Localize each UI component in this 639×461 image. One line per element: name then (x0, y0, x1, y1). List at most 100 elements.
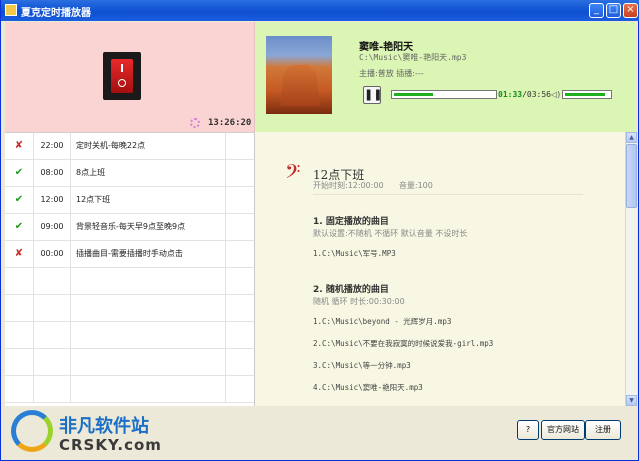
scroll-thumb[interactable] (626, 144, 637, 208)
table-row[interactable]: ✔ 08:00 8点上班 (5, 160, 254, 187)
loading-spinner-icon (190, 118, 200, 128)
section2-title: 2. 随机播放的曲目 (313, 285, 389, 295)
empty-cell (5, 295, 34, 321)
window-title: 夏克定时播放器 (21, 8, 91, 19)
start-time-text: 开始时刻:12:00:00 (313, 181, 384, 190)
player-panel: 窦唯-艳阳天 C:\Music\窦唯-艳阳天.mp3 主播:普放 插播:--- … (255, 22, 636, 132)
section2-item[interactable]: 1.C:\Music\beyond - 光辉岁月.mp3 (313, 316, 451, 327)
empty-cell (34, 322, 71, 348)
watermark-logo: 非凡软件站 CRSKY.com (7, 410, 187, 460)
empty-cell (76, 376, 224, 402)
empty-cell (76, 349, 224, 375)
cross-icon: ✘ (5, 133, 34, 159)
empty-cell (34, 349, 71, 375)
task-time: 22:00 (34, 133, 71, 159)
section1-subtitle: 默认设置:不随机 不循环 默认音量 不设时长 (313, 229, 468, 238)
empty-cell (225, 268, 255, 294)
task-time: 00:00 (34, 241, 71, 267)
task-name: 定时关机-每晚22点 (76, 141, 146, 150)
table-row[interactable]: ✘ 00:00 插播曲目-需要插播时手动点击 (5, 241, 254, 268)
empty-cell (34, 376, 71, 402)
empty-cell (225, 214, 255, 240)
empty-cell (225, 160, 255, 186)
volume-text: 音量:100 (398, 181, 433, 190)
cross-icon: ✘ (5, 241, 34, 267)
help-button[interactable]: ? (517, 420, 539, 440)
empty-cell (76, 322, 224, 348)
empty-cell (225, 376, 255, 402)
pause-button[interactable]: ❚❚ (363, 86, 383, 104)
total-play-time: /03:56 (522, 90, 551, 99)
empty-cell (76, 268, 224, 294)
empty-cell (5, 376, 34, 402)
scroll-down-icon[interactable]: ▼ (626, 395, 637, 406)
task-time: 09:00 (34, 214, 71, 240)
task-name: 背景轻音乐-每天早9点至晚9点 (76, 222, 186, 231)
detail-scrollbar[interactable]: ▲ ▼ (625, 132, 637, 406)
empty-cell (225, 133, 255, 159)
progress-bar[interactable] (391, 90, 497, 99)
table-row[interactable] (5, 268, 254, 295)
register-button[interactable]: 注册 (585, 420, 621, 440)
empty-cell (225, 349, 255, 375)
shutdown-panel: 13:26:20 (5, 22, 255, 132)
progress-fill (394, 93, 433, 96)
section2-item[interactable]: 2.C:\Music\不要在我寂寞的时候说爱我-girl.mp3 (313, 338, 493, 349)
watermark-en: CRSKY.com (59, 436, 162, 454)
minimize-button[interactable]: _ (589, 3, 604, 18)
maximize-button[interactable]: □ (606, 3, 621, 18)
album-art (266, 36, 332, 114)
section2-item[interactable]: 3.C:\Music\等一分钟.mp3 (313, 360, 411, 371)
table-row[interactable]: ✔ 12:00 12点下班 (5, 187, 254, 214)
empty-cell (225, 187, 255, 213)
empty-cell (5, 322, 34, 348)
task-name: 8点上班 (76, 168, 106, 177)
task-time: 12:00 (34, 187, 71, 213)
song-title: 窦唯-艳阳天 (359, 42, 414, 53)
empty-cell (34, 295, 71, 321)
play-time: 01:33/03:56 (498, 90, 551, 99)
task-name: 插播曲目-需要插播时手动点击 (76, 249, 183, 258)
song-meta: 主播:普放 插播:--- (359, 69, 424, 78)
bass-clef-icon: 𝄢 (285, 160, 301, 188)
empty-cell (34, 268, 71, 294)
task-detail-panel: 𝄢 12点下班 开始时刻:12:00:00 音量:100 1. 固定播放的曲目 … (255, 132, 625, 406)
table-row[interactable]: ✘ 22:00 定时关机-每晚22点 (5, 133, 254, 160)
title-bar[interactable]: 夏克定时播放器 _ □ × (1, 0, 639, 21)
pause-icon: ❚❚ (364, 88, 383, 101)
task-name: 12点下班 (76, 195, 111, 204)
check-icon: ✔ (5, 187, 34, 213)
task-list: ✘ 22:00 定时关机-每晚22点 ✔ 08:00 8点上班 ✔ 12:00 12点下班 ✔ 09… (5, 132, 255, 407)
close-button[interactable]: × (623, 3, 638, 18)
section1-title: 1. 固定播放的曲目 (313, 217, 389, 227)
watermark-cn: 非凡软件站 (59, 416, 149, 437)
empty-cell (5, 349, 34, 375)
empty-cell (225, 322, 255, 348)
website-button[interactable]: 官方网站 (541, 420, 585, 440)
empty-cell (76, 295, 224, 321)
check-icon: ✔ (5, 214, 34, 240)
volume-slider[interactable] (562, 90, 612, 99)
empty-cell (225, 241, 255, 267)
volume-fill (565, 93, 605, 96)
table-row[interactable] (5, 295, 254, 322)
section2-item[interactable]: 4.C:\Music\窦唯-艳阳天.mp3 (313, 382, 423, 393)
table-row[interactable] (5, 349, 254, 376)
current-time: 13:26:20 (208, 118, 252, 128)
current-play-time: 01:33 (498, 90, 523, 99)
empty-cell (5, 268, 34, 294)
footer-bar: 非凡软件站 CRSKY.com ? 官方网站 注册 (5, 406, 636, 457)
check-icon: ✔ (5, 160, 34, 186)
app-icon (5, 4, 17, 16)
app-window: 夏克定时播放器 _ □ × 13:26:20 窦唯-艳阳天 C:\Music\窦… (0, 0, 639, 461)
logo-ring-icon (11, 410, 53, 452)
empty-cell (225, 295, 255, 321)
volume-icon[interactable]: ◁) (551, 90, 560, 99)
table-row[interactable] (5, 376, 254, 403)
section1-item[interactable]: 1.C:\Music\军号.MP3 (313, 248, 396, 259)
power-switch-icon[interactable] (103, 52, 141, 100)
table-row[interactable]: ✔ 09:00 背景轻音乐-每天早9点至晚9点 (5, 214, 254, 241)
section2-subtitle: 随机 循环 时长:00:30:00 (313, 297, 405, 306)
table-row[interactable] (5, 322, 254, 349)
scroll-up-icon[interactable]: ▲ (626, 132, 637, 143)
